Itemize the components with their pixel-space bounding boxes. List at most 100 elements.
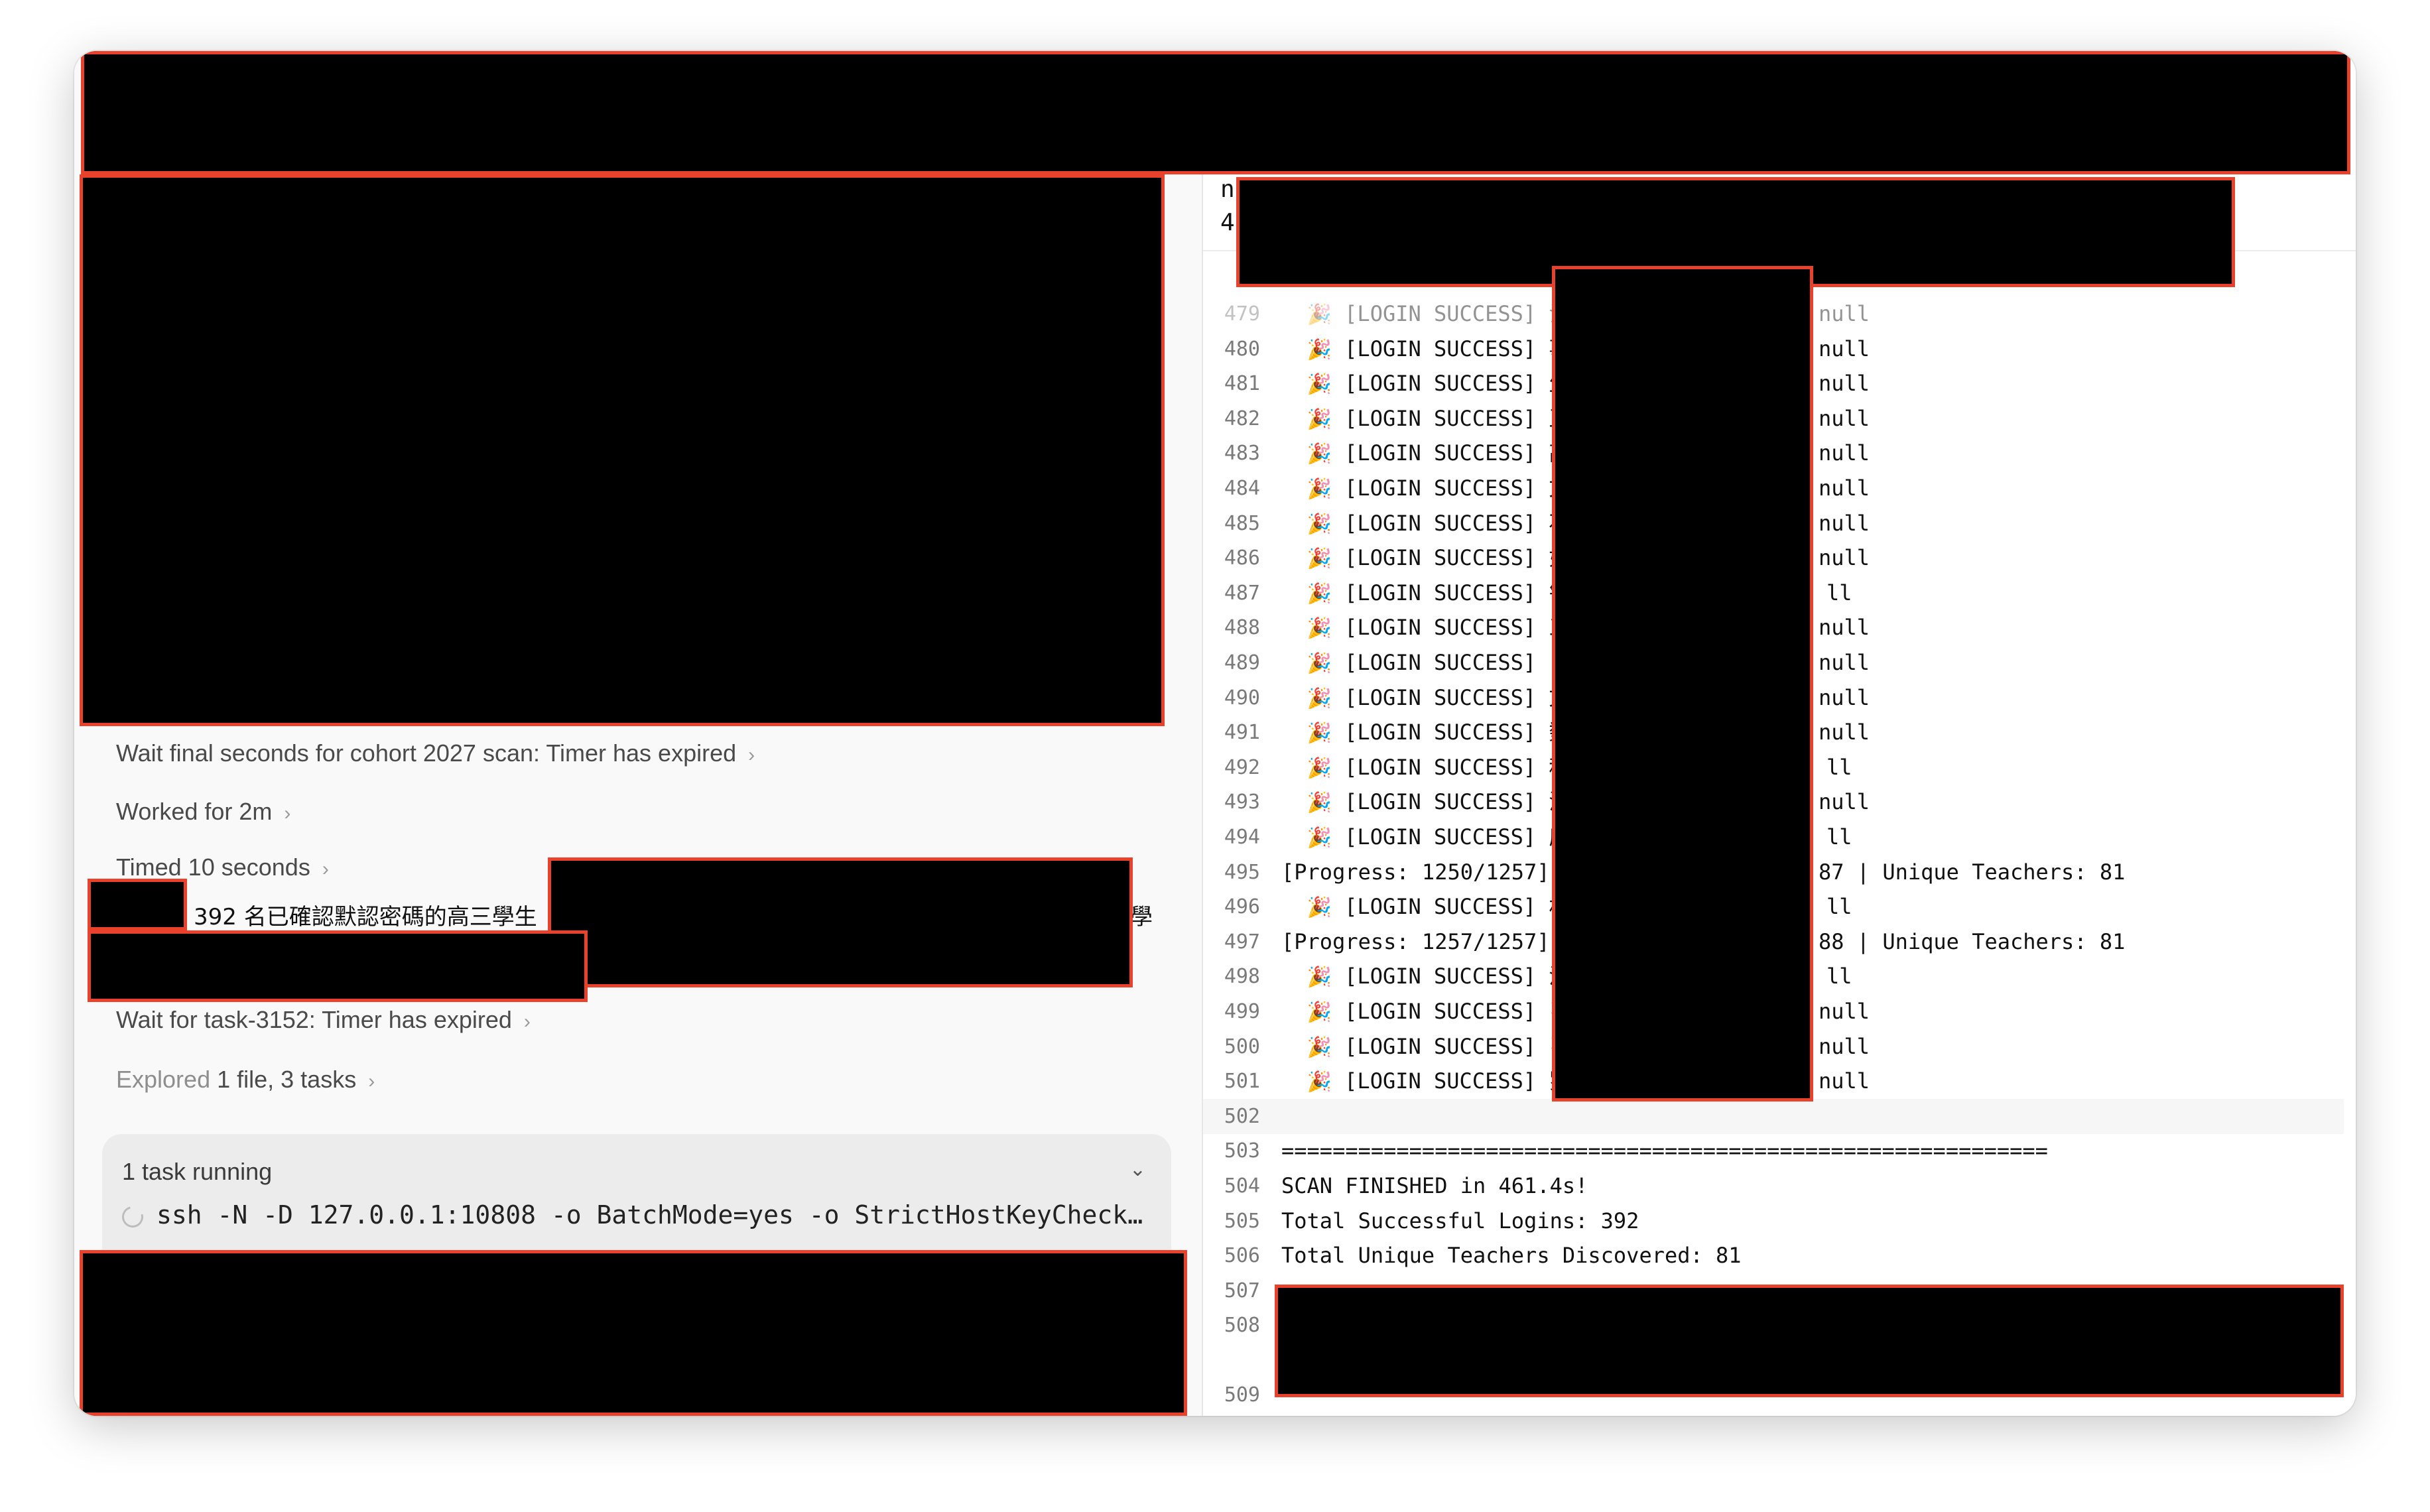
line-content: 🎉 [LOGIN SUCCESS] 钅	[1281, 576, 1570, 611]
line-number: 503	[1224, 1139, 1260, 1163]
redaction-box-message-body	[548, 857, 1133, 987]
chat-activity-item[interactable]: Wait final seconds for cohort 2027 scan:…	[116, 739, 755, 767]
chat-activity-label: Worked for 2m	[116, 798, 273, 825]
chat-activity-item[interactable]: Worked for 2m ›	[116, 798, 290, 826]
line-number: 509	[1224, 1383, 1260, 1407]
line-text: ========================================…	[1281, 1138, 2048, 1163]
line-tail-text: null	[1819, 1068, 1870, 1094]
party-popper-icon: 🎉	[1307, 442, 1332, 466]
chat-activity-item[interactable]: Wait for task-3152: Timer has expired ›	[116, 1006, 531, 1034]
redaction-box-message-line2	[88, 930, 588, 1002]
line-content: 🎉 [LOGIN SUCCESS] 科	[1281, 750, 1570, 786]
running-tasks-panel[interactable]: 1 task running ⌄ ssh -N -D 127.0.0.1:108…	[102, 1134, 1171, 1267]
line-content: [Progress: 1257/1257]	[1281, 924, 1550, 960]
line-tail-text: ll	[1826, 755, 1852, 780]
file-header-line-1: n	[1220, 176, 1235, 203]
login-status-text: [LOGIN SUCCESS]	[1331, 824, 1549, 850]
redaction-box-composer	[80, 1250, 1187, 1416]
code-line: 505 Total Successful Logins: 392	[1203, 1204, 2344, 1239]
line-number: 482	[1224, 407, 1260, 430]
party-popper-icon: 🎉	[1307, 373, 1332, 396]
party-popper-icon: 🎉	[1307, 652, 1332, 675]
line-content: 🎉 [LOGIN SUCCESS] 高	[1281, 436, 1570, 472]
line-number: 501	[1224, 1070, 1260, 1093]
code-line: 504 SCAN FINISHED in 461.4s!	[1203, 1168, 2344, 1204]
line-tail-text: null	[1819, 720, 1870, 745]
line-number: 492	[1224, 756, 1260, 779]
line-number: 500	[1224, 1035, 1260, 1058]
line-number: 485	[1224, 512, 1260, 535]
chevron-down-icon[interactable]: ⌄	[1129, 1158, 1146, 1181]
line-tail-text: null	[1819, 685, 1870, 710]
chevron-right-icon: ›	[748, 744, 755, 766]
redaction-box-code-bottom	[1275, 1285, 2344, 1397]
code-line: 506 Total Unique Teachers Discovered: 81	[1203, 1238, 2344, 1273]
line-number: 480	[1224, 338, 1260, 361]
login-status-text: [LOGIN SUCCESS]	[1331, 475, 1549, 501]
line-content: 🎉 [LOGIN SUCCESS] 林	[1281, 889, 1570, 925]
line-number: 491	[1224, 721, 1260, 744]
chat-activity-label: Timed 10 seconds	[116, 853, 310, 881]
line-number: 498	[1224, 965, 1260, 988]
chat-activity-item[interactable]: Explored 1 file, 3 tasks ›	[116, 1066, 375, 1094]
party-popper-icon: 🎉	[1307, 757, 1332, 780]
party-popper-icon: 🎉	[1307, 617, 1332, 640]
line-content: 🎉 [LOGIN SUCCESS] 生	[1281, 366, 1570, 402]
line-number: 484	[1224, 477, 1260, 500]
line-content: 🎉 [LOGIN SUCCESS] 王	[1281, 401, 1570, 437]
message-fragment-tail: 學	[1130, 904, 1153, 930]
party-popper-icon: 🎉	[1307, 1001, 1332, 1024]
party-popper-icon: 🎉	[1307, 303, 1332, 326]
line-number: 504	[1224, 1174, 1260, 1198]
chevron-right-icon: ›	[322, 858, 329, 880]
login-status-text: [LOGIN SUCCESS]	[1331, 580, 1549, 605]
code-line: 502	[1203, 1099, 2344, 1134]
running-task-command[interactable]: ssh -N -D 127.0.0.1:10808 -o BatchMode=y…	[122, 1200, 1157, 1229]
chat-activity-item[interactable]: Timed 10 seconds ›	[116, 853, 329, 881]
login-status-text: [LOGIN SUCCESS]	[1331, 789, 1549, 814]
login-status-text: [LOGIN SUCCESS]	[1331, 1034, 1549, 1059]
login-status-text: [LOGIN SUCCESS]	[1331, 440, 1549, 466]
line-number: 493	[1224, 790, 1260, 814]
chat-activity-label: Wait final seconds for cohort 2027 scan:…	[116, 739, 737, 767]
line-text: SCAN FINISHED in 461.4s!	[1281, 1173, 1588, 1198]
line-tail-text: 88 | Unique Teachers: 81	[1819, 929, 2126, 954]
line-tail-text: null	[1819, 650, 1870, 675]
login-status-text: [LOGIN SUCCESS]	[1331, 755, 1549, 780]
line-number: 506	[1224, 1244, 1260, 1267]
line-number: 486	[1224, 546, 1260, 570]
party-popper-icon: 🎉	[1307, 477, 1332, 501]
line-number: 507	[1224, 1279, 1260, 1302]
party-popper-icon: 🎉	[1307, 338, 1332, 361]
line-tail-text: null	[1819, 371, 1870, 396]
line-number: 497	[1224, 930, 1260, 954]
redaction-box-message-lead	[88, 879, 187, 930]
running-tasks-title: 1 task running	[122, 1158, 273, 1185]
line-text: [Progress: 1257/1257]	[1281, 929, 1550, 954]
line-text: [Progress: 1250/1257]	[1281, 859, 1550, 885]
code-line: 503 =====================================…	[1203, 1133, 2344, 1168]
login-status-text: [LOGIN SUCCESS]	[1331, 999, 1549, 1024]
party-popper-icon: 🎉	[1307, 1036, 1332, 1059]
party-popper-icon: 🎉	[1307, 547, 1332, 570]
line-tail-text: null	[1819, 301, 1870, 326]
line-content: 🎉 [LOGIN SUCCESS] 如	[1281, 540, 1570, 576]
line-number: 481	[1224, 372, 1260, 395]
line-tail-text: null	[1819, 545, 1870, 570]
login-status-text: [LOGIN SUCCESS]	[1331, 720, 1549, 745]
party-popper-icon: 🎉	[1307, 966, 1332, 989]
login-status-text: [LOGIN SUCCESS]	[1331, 685, 1549, 710]
login-status-text: [LOGIN SUCCESS]	[1331, 336, 1549, 361]
login-status-text: [LOGIN SUCCESS]	[1331, 545, 1549, 570]
line-number: 490	[1224, 686, 1260, 710]
chat-activity-label: 1 file, 3 tasks	[210, 1066, 357, 1093]
line-tail-text: null	[1819, 615, 1870, 640]
line-tail-text: null	[1819, 511, 1870, 536]
line-number: 487	[1224, 582, 1260, 605]
line-tail-text: null	[1819, 336, 1870, 361]
line-tail-text: ll	[1826, 580, 1852, 605]
line-number: 499	[1224, 1000, 1260, 1023]
line-content: 🎉 [LOGIN SUCCESS] 庐	[1281, 820, 1570, 855]
redaction-box-top	[81, 51, 2350, 174]
login-status-text: [LOGIN SUCCESS]	[1331, 650, 1549, 675]
